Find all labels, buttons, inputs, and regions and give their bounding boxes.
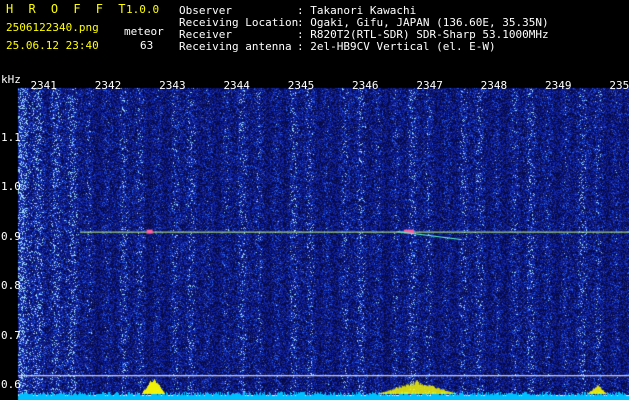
x-tick-label: 2342: [94, 79, 122, 92]
counter-value: 63: [140, 39, 154, 52]
observation-datetime: 25.06.12 23:40: [6, 39, 99, 52]
antenna-label: Receiving antenna: [179, 40, 292, 53]
x-tick-label: 2341: [30, 79, 57, 92]
image-filename: 2506122340.png: [6, 21, 99, 34]
y-tick-label: 0.7: [1, 328, 21, 342]
y-tick-label: 0.8: [1, 279, 21, 293]
header-panel: H R O F F T 1.0.0 2506122340.png meteor …: [0, 0, 629, 78]
y-tick-label: 1.1: [1, 130, 21, 144]
app-version: 1.0.0: [126, 3, 160, 16]
x-tick-label: 2350: [609, 79, 629, 92]
y-tick-label: 1.0: [1, 180, 21, 193]
y-tick-label: 0.6: [1, 378, 21, 392]
app-title: H R O F F T: [6, 2, 130, 16]
antenna-value: : 2el-HB9CV Vertical (el. E-W): [297, 40, 496, 53]
x-tick-label: 2347: [416, 79, 443, 92]
x-tick-label: 2348: [480, 79, 508, 92]
counter-label: meteor: [124, 25, 164, 38]
x-tick-label: 2343: [159, 79, 186, 92]
x-tick-label: 2345: [287, 79, 315, 92]
x-tick-label: 2349: [545, 79, 572, 92]
x-tick-label: 2346: [352, 79, 379, 92]
y-axis-unit: kHz: [1, 73, 21, 86]
x-tick-label: 2344: [223, 79, 250, 92]
spectrogram-canvas: [0, 78, 629, 400]
y-tick-label: 0.9: [1, 229, 21, 243]
